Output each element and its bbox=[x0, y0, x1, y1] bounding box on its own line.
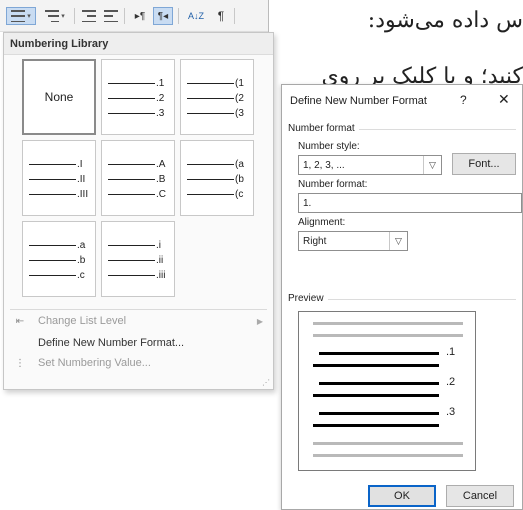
alignment-value: Right bbox=[303, 236, 327, 247]
tile-item-label: .iii bbox=[156, 269, 166, 281]
alignment-label: Alignment: bbox=[298, 217, 346, 228]
close-button[interactable]: ✕ bbox=[498, 91, 510, 108]
tile-item-label: (1 bbox=[235, 77, 244, 89]
rtl-text-direction-button[interactable]: ¶◂ bbox=[153, 7, 173, 25]
tile-item-label: .ii bbox=[156, 254, 164, 266]
help-button[interactable]: ? bbox=[460, 93, 467, 107]
preview-group-label: Preview bbox=[288, 293, 328, 304]
numbering-icon bbox=[11, 10, 26, 22]
paragraph-toolbar: ▾ ▾ ▸¶ ¶◂ A↓Z ¶ bbox=[0, 0, 268, 32]
change-list-level-menu-item[interactable]: ⇤ Change List Level ▶ bbox=[4, 311, 273, 331]
preview-line bbox=[313, 424, 439, 427]
define-new-number-format-dialog: Define New Number Format ? ✕ Number form… bbox=[281, 84, 523, 510]
define-new-number-format-label: Define New Number Format... bbox=[38, 337, 185, 349]
preview-line bbox=[313, 364, 439, 367]
decrease-indent-icon bbox=[82, 10, 96, 22]
toolbar-separator bbox=[124, 8, 125, 24]
number-style-label: Number style: bbox=[298, 141, 360, 152]
preview-line bbox=[313, 442, 463, 445]
tile-item-label: .I bbox=[77, 158, 83, 170]
numbering-tile-none[interactable]: None bbox=[22, 59, 96, 135]
tile-item-label: .3 bbox=[156, 107, 165, 119]
numbering-library-dropdown: Numbering Library None .1 .2 .3 (1 (2 (3… bbox=[3, 32, 274, 390]
chevron-down-icon: ▽ bbox=[389, 232, 407, 250]
tile-none-label: None bbox=[44, 90, 74, 104]
preview-number: .1 bbox=[446, 346, 456, 358]
numbering-tile-roman-lower[interactable]: .i .ii .iii bbox=[101, 221, 175, 297]
tile-item-label: .c bbox=[77, 269, 85, 281]
menu-divider bbox=[10, 309, 267, 310]
numbering-button[interactable]: ▾ bbox=[6, 7, 36, 25]
number-style-value: 1, 2, 3, ... bbox=[303, 160, 345, 171]
alignment-select[interactable]: Right ▽ bbox=[298, 231, 408, 251]
tile-item-label: .2 bbox=[156, 92, 165, 104]
preview-number: .2 bbox=[446, 376, 456, 388]
ok-button[interactable]: OK bbox=[368, 485, 436, 507]
cancel-button[interactable]: Cancel bbox=[446, 485, 514, 507]
number-format-value: 1. bbox=[303, 198, 312, 209]
dialog-title: Define New Number Format bbox=[290, 95, 427, 107]
submenu-arrow-icon: ▶ bbox=[256, 316, 263, 326]
toolbar-group-edge bbox=[268, 0, 272, 32]
tile-item-label: .a bbox=[77, 239, 86, 251]
numbering-tile-roman-upper[interactable]: .I .II .III bbox=[22, 140, 96, 216]
set-numbering-value-menu-item[interactable]: ⋮ Set Numbering Value... bbox=[4, 353, 273, 373]
numbering-tile-alpha-lower-dot[interactable]: .a .b .c bbox=[22, 221, 96, 297]
tile-item-label: .II bbox=[77, 173, 86, 185]
tile-item-label: (3 bbox=[235, 107, 244, 119]
increase-indent-icon bbox=[104, 10, 118, 22]
multilevel-list-icon bbox=[45, 10, 60, 22]
menu-spacer bbox=[12, 337, 28, 349]
preview-box: .1 .2 .3 bbox=[298, 311, 476, 471]
preview-line bbox=[313, 394, 439, 397]
chevron-down-icon: ▾ bbox=[27, 13, 31, 20]
document-text-line-1: س داده می‌شود: bbox=[367, 8, 523, 33]
define-new-number-format-menu-item[interactable]: Define New Number Format... bbox=[4, 333, 273, 353]
tile-item-label: .b bbox=[77, 254, 86, 266]
preview-line bbox=[319, 352, 439, 355]
increase-indent-button[interactable] bbox=[102, 7, 120, 25]
set-numbering-value-label: Set Numbering Value... bbox=[38, 357, 151, 369]
toolbar-separator bbox=[178, 8, 179, 24]
numbering-library-header: Numbering Library bbox=[4, 33, 273, 55]
tile-item-label: .A bbox=[156, 158, 166, 170]
toolbar-separator bbox=[74, 8, 75, 24]
preview-line bbox=[319, 412, 439, 415]
tile-item-label: (a bbox=[235, 158, 244, 170]
tile-item-label: .1 bbox=[156, 77, 165, 89]
tile-item-label: .C bbox=[156, 188, 166, 200]
numbering-tile-arabic-dot[interactable]: .1 .2 .3 bbox=[101, 59, 175, 135]
preview-line bbox=[313, 322, 463, 325]
show-formatting-marks-button[interactable]: ¶ bbox=[212, 7, 230, 25]
number-style-select[interactable]: 1, 2, 3, ... ▽ bbox=[298, 155, 442, 175]
number-format-label: Number format: bbox=[298, 179, 368, 190]
sort-button[interactable]: A↓Z bbox=[184, 7, 208, 25]
preview-line bbox=[319, 382, 439, 385]
number-format-group-label: Number format bbox=[288, 123, 359, 134]
resize-grip-icon[interactable]: ⋰ bbox=[262, 378, 270, 387]
tile-item-label: .i bbox=[156, 239, 161, 251]
chevron-down-icon: ▽ bbox=[423, 156, 441, 174]
preview-line bbox=[313, 334, 463, 337]
tile-item-label: (2 bbox=[235, 92, 244, 104]
number-format-input[interactable]: 1. bbox=[298, 193, 522, 213]
tile-item-label: .B bbox=[156, 173, 166, 185]
preview-number: .3 bbox=[446, 406, 456, 418]
multilevel-list-button[interactable]: ▾ bbox=[40, 7, 70, 25]
change-list-level-icon: ⇤ bbox=[15, 315, 25, 327]
numbering-tile-alpha-upper[interactable]: .A .B .C bbox=[101, 140, 175, 216]
font-button[interactable]: Font... bbox=[452, 153, 516, 175]
numbering-tile-arabic-paren[interactable]: (1 (2 (3 bbox=[180, 59, 254, 135]
numbering-tile-alpha-lower-paren[interactable]: (a (b (c bbox=[180, 140, 254, 216]
chevron-down-icon: ▾ bbox=[61, 13, 65, 20]
set-numbering-value-icon: ⋮ bbox=[15, 357, 25, 369]
ltr-text-direction-button[interactable]: ▸¶ bbox=[130, 7, 150, 25]
decrease-indent-button[interactable] bbox=[80, 7, 98, 25]
toolbar-separator bbox=[234, 8, 235, 24]
tile-item-label: (c bbox=[235, 188, 244, 200]
tile-item-label: .III bbox=[77, 188, 89, 200]
change-list-level-label: Change List Level bbox=[38, 315, 127, 327]
preview-line bbox=[313, 454, 463, 457]
tile-item-label: (b bbox=[235, 173, 244, 185]
